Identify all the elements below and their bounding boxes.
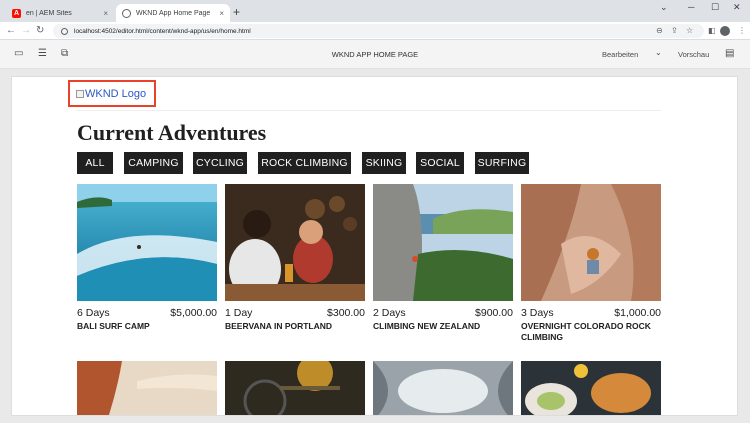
site-info-icon[interactable] <box>61 27 68 35</box>
address-bar: ← → ↻ localhost:4502/editor.html/content… <box>0 22 750 40</box>
new-tab-button[interactable]: + <box>233 5 240 19</box>
filter-cycling[interactable]: CYCLING <box>193 152 247 174</box>
mode-selector[interactable]: Bearbeiten <box>602 50 638 59</box>
adobe-icon: A <box>12 8 21 18</box>
adventure-image[interactable] <box>225 361 365 415</box>
adventure-image[interactable] <box>77 361 217 415</box>
adventure-price: $300.00 <box>327 307 365 319</box>
filter-skiing[interactable]: SKIING <box>362 152 406 174</box>
adventure-card[interactable]: 6 Days $5,000.00 BALI SURF CAMP <box>77 184 217 332</box>
annotations-icon[interactable]: ▤ <box>725 48 734 60</box>
logo-alt-text: WKND Logo <box>85 87 147 100</box>
adventure-duration: 3 Days <box>521 307 554 319</box>
adventure-price: $1,000.00 <box>614 307 661 319</box>
tab-search-icon[interactable]: ⌄ <box>660 2 668 13</box>
minimize-icon[interactable]: ─ <box>688 2 694 12</box>
star-icon[interactable]: ☆ <box>686 25 693 37</box>
adventure-name[interactable]: CLIMBING NEW ZEALAND <box>373 321 513 332</box>
filter-all[interactable]: ALL <box>77 152 113 174</box>
menu-icon[interactable]: ⋮ <box>738 25 746 37</box>
window-close-icon[interactable]: ✕ <box>733 2 741 13</box>
adventure-image[interactable] <box>373 361 513 415</box>
url-text: localhost:4502/editor.html/content/wknd-… <box>74 27 251 35</box>
page-content: WKND Logo Current Adventures ALL CAMPING… <box>11 76 738 416</box>
adventure-image[interactable] <box>77 184 217 301</box>
adventure-card[interactable]: 3 Days $1,000.00 OVERNIGHT COLORADO ROCK … <box>521 184 661 343</box>
adventure-image[interactable] <box>225 184 365 301</box>
maximize-icon[interactable]: ☐ <box>711 2 719 13</box>
logo-component[interactable]: WKND Logo <box>68 80 156 107</box>
zoom-icon[interactable]: ⊖ <box>656 25 663 37</box>
adventure-card[interactable]: 2 Days $900.00 CLIMBING NEW ZEALAND <box>373 184 513 332</box>
close-icon[interactable]: × <box>219 9 224 18</box>
tab-title: WKND App Home Page <box>136 9 211 17</box>
side-panel-icon[interactable]: ◧ <box>708 25 716 37</box>
editor-toolbar: ▭ ☰ ⧉ WKND APP HOME PAGE Bearbeiten ⌄ Vo… <box>0 40 750 69</box>
adventure-image[interactable] <box>373 184 513 301</box>
adventure-duration: 1 Day <box>225 307 253 319</box>
close-icon[interactable]: × <box>103 9 108 18</box>
adventure-image[interactable] <box>521 184 661 301</box>
share-icon[interactable]: ⇪ <box>671 25 678 37</box>
filter-rock-climbing[interactable]: ROCK CLIMBING <box>258 152 351 174</box>
section-heading: Current Adventures <box>77 120 267 145</box>
profile-icon[interactable] <box>720 26 730 36</box>
forward-arrow-icon[interactable]: → <box>21 24 31 38</box>
adventure-price: $5,000.00 <box>170 307 217 319</box>
editor-canvas: WKND Logo Current Adventures ALL CAMPING… <box>0 69 750 423</box>
browser-tab-bar: A en | AEM Sites × WKND App Home Page × … <box>0 0 750 22</box>
reload-icon[interactable]: ↻ <box>36 24 44 38</box>
divider <box>76 110 661 111</box>
adventure-name[interactable]: BALI SURF CAMP <box>77 321 217 332</box>
adventure-name[interactable]: OVERNIGHT COLORADO ROCK CLIMBING <box>521 321 661 343</box>
tab-wknd-home[interactable]: WKND App Home Page × <box>116 4 230 22</box>
tab-title: en | AEM Sites <box>26 9 72 17</box>
adventure-duration: 6 Days <box>77 307 110 319</box>
broken-image-icon <box>76 89 84 98</box>
filter-surfing[interactable]: SURFING <box>475 152 529 174</box>
adventure-duration: 2 Days <box>373 307 406 319</box>
url-input[interactable]: localhost:4502/editor.html/content/wknd-… <box>53 24 704 38</box>
adventure-card[interactable]: 1 Day $300.00 BEERVANA IN PORTLAND <box>225 184 365 332</box>
filter-social[interactable]: SOCIAL <box>416 152 464 174</box>
adventure-name[interactable]: BEERVANA IN PORTLAND <box>225 321 365 332</box>
preview-button[interactable]: Vorschau <box>678 50 709 59</box>
tab-aem-sites[interactable]: A en | AEM Sites × <box>6 4 114 22</box>
adventure-price: $900.00 <box>475 307 513 319</box>
filter-camping[interactable]: CAMPING <box>124 152 183 174</box>
back-arrow-icon[interactable]: ← <box>6 24 16 38</box>
chevron-down-icon[interactable]: ⌄ <box>655 48 662 57</box>
adventure-image[interactable] <box>521 361 661 415</box>
globe-icon <box>122 8 131 18</box>
